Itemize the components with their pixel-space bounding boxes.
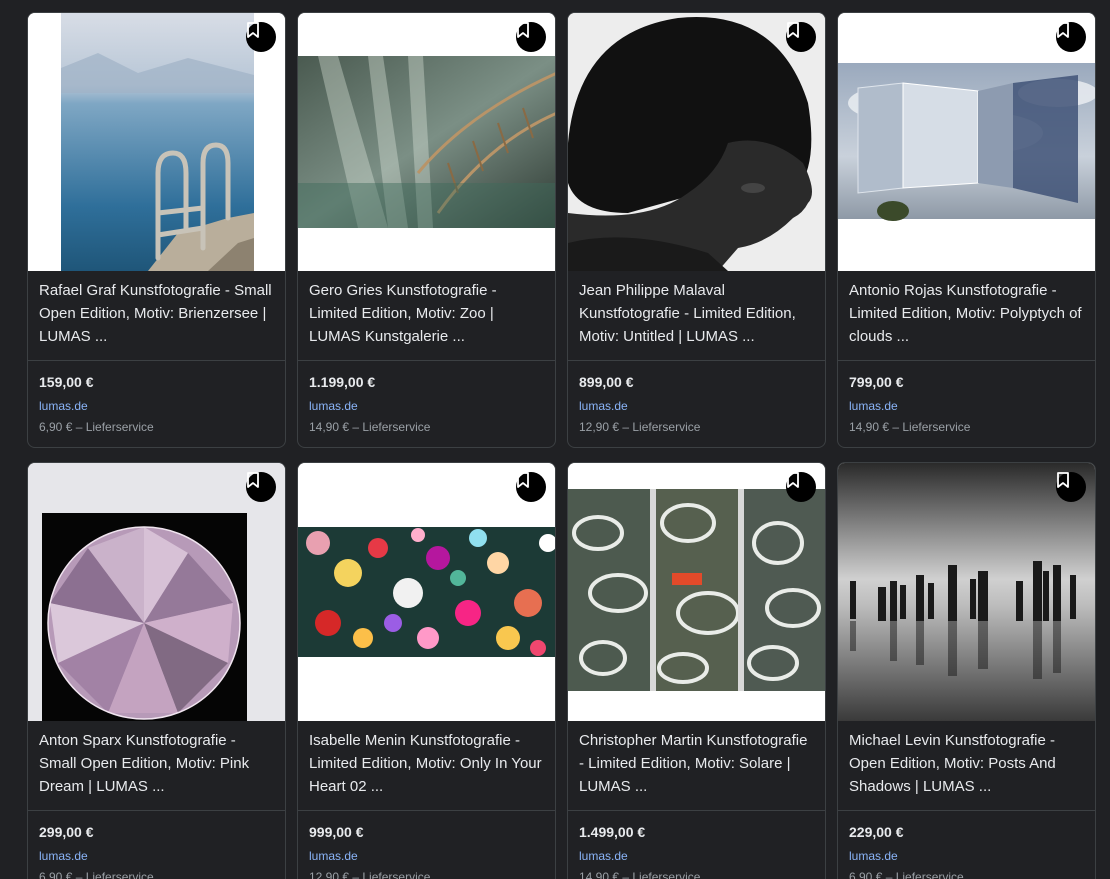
product-price: 229,00 € bbox=[849, 824, 904, 840]
product-image-flowers[interactable] bbox=[298, 463, 555, 721]
divider bbox=[838, 360, 1095, 361]
divider bbox=[568, 360, 825, 361]
bookmark-icon bbox=[517, 472, 529, 488]
shipping-info: 12,90 € – Lieferservice bbox=[309, 870, 431, 879]
product-title[interactable]: Rafael Graf Kunstfotografie - Small Open… bbox=[39, 279, 276, 348]
product-image-posts[interactable] bbox=[838, 463, 1095, 721]
divider bbox=[568, 810, 825, 811]
divider bbox=[28, 810, 285, 811]
product-price: 999,00 € bbox=[309, 824, 364, 840]
store-link[interactable]: lumas.de bbox=[309, 399, 358, 413]
product-image-portrait[interactable] bbox=[568, 13, 825, 271]
bookmark-icon bbox=[787, 22, 799, 38]
product-title[interactable]: Michael Levin Kunstfotografie - Open Edi… bbox=[849, 729, 1086, 798]
divider bbox=[298, 360, 555, 361]
product-card[interactable]: Christopher Martin Kunstfotografie - Lim… bbox=[567, 462, 826, 879]
divider bbox=[28, 360, 285, 361]
bookmark-button[interactable] bbox=[1056, 22, 1086, 52]
divider bbox=[838, 810, 1095, 811]
bookmark-icon bbox=[1057, 472, 1069, 488]
bookmark-icon bbox=[1057, 22, 1069, 38]
shipping-info: 12,90 € – Lieferservice bbox=[579, 420, 701, 434]
product-title[interactable]: Gero Gries Kunstfotografie - Limited Edi… bbox=[309, 279, 546, 348]
shipping-info: 6,90 € – Lieferservice bbox=[39, 870, 154, 879]
shipping-info: 14,90 € – Lieferservice bbox=[579, 870, 701, 879]
product-price: 799,00 € bbox=[849, 374, 904, 390]
product-price: 299,00 € bbox=[39, 824, 94, 840]
product-price: 1.199,00 € bbox=[309, 374, 376, 390]
shipping-info: 6,90 € – Lieferservice bbox=[39, 420, 154, 434]
product-title[interactable]: Anton Sparx Kunstfotografie - Small Open… bbox=[39, 729, 276, 798]
bookmark-button[interactable] bbox=[516, 22, 546, 52]
store-link[interactable]: lumas.de bbox=[579, 849, 628, 863]
product-card[interactable]: Rafael Graf Kunstfotografie - Small Open… bbox=[27, 12, 286, 448]
store-link[interactable]: lumas.de bbox=[849, 849, 898, 863]
divider bbox=[298, 810, 555, 811]
bookmark-icon bbox=[787, 472, 799, 488]
bookmark-button[interactable] bbox=[786, 472, 816, 502]
store-link[interactable]: lumas.de bbox=[579, 399, 628, 413]
product-card[interactable]: Gero Gries Kunstfotografie - Limited Edi… bbox=[297, 12, 556, 448]
bookmark-button[interactable] bbox=[1056, 472, 1086, 502]
shipping-info: 14,90 € – Lieferservice bbox=[309, 420, 431, 434]
product-price: 1.499,00 € bbox=[579, 824, 646, 840]
store-link[interactable]: lumas.de bbox=[39, 399, 88, 413]
product-card[interactable]: Isabelle Menin Kunstfotografie - Limited… bbox=[297, 462, 556, 879]
bookmark-button[interactable] bbox=[246, 22, 276, 52]
bookmark-icon bbox=[247, 472, 259, 488]
store-link[interactable]: lumas.de bbox=[309, 849, 358, 863]
bookmark-icon bbox=[247, 22, 259, 38]
product-title[interactable]: Jean Philippe Malaval Kunstfotografie - … bbox=[579, 279, 816, 348]
bookmark-button[interactable] bbox=[786, 22, 816, 52]
product-card[interactable]: Anton Sparx Kunstfotografie - Small Open… bbox=[27, 462, 286, 879]
product-grid: Rafael Graf Kunstfotografie - Small Open… bbox=[27, 12, 1096, 879]
bookmark-icon bbox=[517, 22, 529, 38]
bookmark-button[interactable] bbox=[516, 472, 546, 502]
product-card[interactable]: Jean Philippe Malaval Kunstfotografie - … bbox=[567, 12, 826, 448]
bookmark-button[interactable] bbox=[246, 472, 276, 502]
product-card[interactable]: Michael Levin Kunstfotografie - Open Edi… bbox=[837, 462, 1096, 879]
product-image-clouds[interactable] bbox=[838, 13, 1095, 271]
store-link[interactable]: lumas.de bbox=[849, 399, 898, 413]
product-title[interactable]: Christopher Martin Kunstfotografie - Lim… bbox=[579, 729, 816, 798]
product-price: 159,00 € bbox=[39, 374, 94, 390]
product-card[interactable]: Antonio Rojas Kunstfotografie - Limited … bbox=[837, 12, 1096, 448]
product-image-staircase[interactable] bbox=[298, 13, 555, 271]
product-title[interactable]: Antonio Rojas Kunstfotografie - Limited … bbox=[849, 279, 1086, 348]
product-title[interactable]: Isabelle Menin Kunstfotografie - Limited… bbox=[309, 729, 546, 798]
shipping-info: 6,90 € – Lieferservice bbox=[849, 870, 964, 879]
store-link[interactable]: lumas.de bbox=[39, 849, 88, 863]
product-price: 899,00 € bbox=[579, 374, 634, 390]
shipping-info: 14,90 € – Lieferservice bbox=[849, 420, 971, 434]
product-image-lake[interactable] bbox=[28, 13, 285, 271]
product-image-diamond[interactable] bbox=[28, 463, 285, 721]
product-image-swirls[interactable] bbox=[568, 463, 825, 721]
